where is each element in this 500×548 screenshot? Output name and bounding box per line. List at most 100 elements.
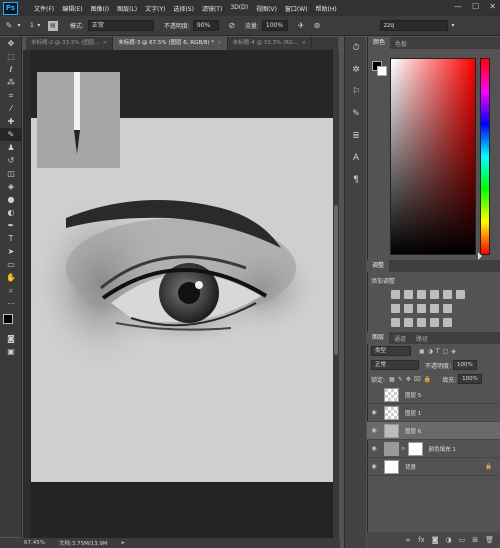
close-icon[interactable]: × [103, 40, 108, 46]
paragraph-icon[interactable]: ¶ [345, 169, 367, 191]
hue-saturation-icon[interactable] [456, 290, 465, 299]
eraser-tool-icon[interactable]: ◫ [0, 167, 22, 180]
shape-tool-icon[interactable]: ▭ [0, 258, 22, 271]
zoom-tool-icon[interactable]: ⌕ [0, 284, 22, 297]
chevron-down-icon[interactable]: ▾ [14, 21, 24, 31]
pressure-opacity-icon[interactable]: ⊘ [227, 21, 237, 31]
background-color-swatch[interactable] [377, 66, 387, 76]
eye-icon[interactable]: ◉ [367, 445, 381, 452]
healing-tool-icon[interactable]: ✚ [0, 115, 22, 128]
layer-row[interactable]: 图层 5 [367, 386, 500, 404]
layer-opacity-input[interactable]: 100% [453, 360, 478, 370]
menu-help[interactable]: 帮助(H) [312, 4, 341, 13]
eye-icon[interactable]: ◉ [367, 463, 381, 470]
hue-slider-handle[interactable] [478, 252, 482, 260]
tab-document-2[interactable]: 未标题-2 @ 33.3% (图层... × [26, 37, 114, 50]
tab-document-3[interactable]: 未标题-3 @ 67.5% (图层 6, RGB/8) * × [113, 37, 228, 50]
foreground-color-swatch[interactable] [3, 314, 13, 324]
history-brush-tool-icon[interactable]: ↺ [0, 154, 22, 167]
airbrush-icon[interactable]: ✈ [296, 21, 306, 31]
eyedropper-tool-icon[interactable]: ⁄ [0, 102, 22, 115]
mode-select[interactable]: 正常 [87, 20, 154, 31]
layer-filter-kind[interactable]: 类型 [371, 346, 411, 356]
photo-filter-icon[interactable] [417, 304, 426, 313]
chevron-down-icon[interactable]: ▾ [34, 21, 44, 31]
fill-input[interactable]: 100% [458, 374, 483, 384]
chevron-down-icon[interactable]: ▾ [448, 21, 458, 31]
color-picker-field[interactable] [390, 58, 476, 255]
add-mask-icon[interactable]: ◙ [432, 536, 439, 544]
pressure-size-icon[interactable]: ⊛ [312, 21, 322, 31]
tab-layers[interactable]: 图层 [367, 332, 390, 344]
menu-3d[interactable]: 3D(D) [226, 4, 252, 13]
scrollbar-thumb[interactable] [334, 205, 338, 355]
channel-mixer-icon[interactable] [430, 304, 439, 313]
libraries-icon[interactable]: ⚐ [345, 81, 367, 103]
new-layer-icon[interactable]: ⊞ [472, 536, 478, 544]
new-group-icon[interactable]: ▭ [459, 536, 466, 544]
opacity-input[interactable]: 90% [192, 20, 219, 31]
link-layers-icon[interactable]: ∞ [405, 536, 411, 544]
character-icon[interactable]: A [345, 147, 367, 169]
crop-tool-icon[interactable]: ⌗ [0, 89, 22, 102]
lock-icons[interactable]: ▦✎✥⌧🔒 [389, 376, 434, 383]
magic-wand-tool-icon[interactable]: ⁂ [0, 76, 22, 89]
type-tool-icon[interactable]: T [0, 232, 22, 245]
levels-icon[interactable] [404, 290, 413, 299]
marquee-tool-icon[interactable]: ⬚ [0, 50, 22, 63]
menu-file[interactable]: 文件(F) [30, 4, 58, 13]
fx-icon[interactable]: fx [418, 536, 425, 544]
filter-icons[interactable]: ▣◑T▢◈ [419, 348, 459, 355]
eye-icon[interactable]: ◉ [367, 409, 381, 416]
tab-document-4[interactable]: 未标题-4 @ 33.3% (RG... × [227, 37, 313, 50]
close-icon[interactable]: × [301, 40, 306, 46]
menu-view[interactable]: 视图(V) [252, 4, 281, 13]
selective-color-icon[interactable] [430, 318, 439, 327]
stamp-tool-icon[interactable]: ♟ [0, 141, 22, 154]
brush-settings-icon[interactable]: ≣ [345, 125, 367, 147]
more-tools-icon[interactable]: ⋯ [0, 297, 22, 310]
blur-tool-icon[interactable]: ● [0, 193, 22, 206]
document-canvas[interactable] [31, 118, 333, 482]
menu-filter[interactable]: 滤镜(T) [198, 4, 226, 13]
tab-paths[interactable]: 路径 [411, 334, 433, 343]
menu-select[interactable]: 选择(S) [169, 4, 198, 13]
history-icon[interactable]: ⏱ [345, 37, 367, 59]
hue-slider[interactable] [480, 58, 490, 255]
brightness-icon[interactable] [391, 290, 400, 299]
pen-tool-icon[interactable]: ✒ [0, 219, 22, 232]
menu-layer[interactable]: 图层(L) [113, 4, 141, 13]
actions-icon[interactable]: ✲ [345, 59, 367, 81]
minimize-button[interactable]: — [454, 2, 462, 11]
color-balance-icon[interactable] [391, 304, 400, 313]
posterize-icon[interactable] [404, 318, 413, 327]
eye-icon[interactable]: ◉ [367, 427, 381, 434]
layer-row-selected[interactable]: ◉ 图层 6 [367, 422, 500, 440]
path-select-tool-icon[interactable]: ➤ [0, 245, 22, 258]
move-tool-icon[interactable]: ✥ [0, 37, 22, 50]
zoom-level[interactable]: 67.45% [24, 540, 45, 546]
layer-row[interactable]: ◉ 背景 🔒 [367, 458, 500, 476]
adjustment-layer-icon[interactable]: ◑ [446, 536, 452, 544]
lasso-tool-icon[interactable]: ℓ [0, 63, 22, 76]
flow-input[interactable]: 100% [261, 20, 288, 31]
hand-tool-icon[interactable]: ✋ [0, 271, 22, 284]
trash-icon[interactable]: 🗑 [485, 536, 494, 544]
brush-tool-icon[interactable]: ✎ [0, 128, 22, 141]
threshold-icon[interactable] [417, 318, 426, 327]
brush-tool-icon[interactable]: ✎ [4, 21, 14, 31]
menu-image[interactable]: 图像(I) [87, 4, 113, 13]
dodge-tool-icon[interactable]: ◐ [0, 206, 22, 219]
gradient-map-icon[interactable] [443, 318, 452, 327]
status-menu-arrow-icon[interactable]: ▸ [122, 540, 125, 546]
brush-presets-icon[interactable]: ✎ [345, 103, 367, 125]
exposure-icon[interactable] [430, 290, 439, 299]
layer-row[interactable]: ◉ 图层 1 [367, 404, 500, 422]
blend-mode-select[interactable]: 正常 [371, 360, 419, 370]
layer-row[interactable]: ◉ ∞ 颜色填充 1 [367, 440, 500, 458]
tab-swatches[interactable]: 色板 [390, 39, 412, 48]
search-input[interactable]: zzq [379, 20, 448, 31]
brush-panel-toggle-icon[interactable]: ▤ [47, 20, 58, 31]
vibrance-icon[interactable] [443, 290, 452, 299]
color-lookup-icon[interactable] [443, 304, 452, 313]
